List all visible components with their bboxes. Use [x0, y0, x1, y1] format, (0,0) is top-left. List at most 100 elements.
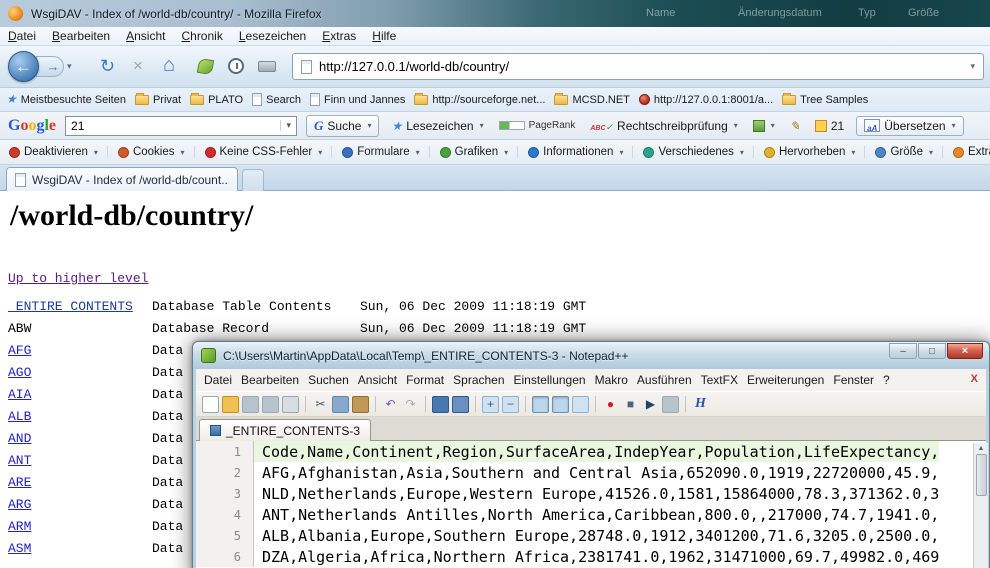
webdev-item[interactable]: Hervorheben▾: [761, 146, 866, 158]
editor-line[interactable]: 4ANT,Netherlands Antilles,North America,…: [196, 504, 986, 525]
entry-link[interactable]: ABW: [8, 321, 152, 336]
firefox-titlebar[interactable]: WsgiDAV - Index of /world-db/country/ - …: [0, 0, 990, 27]
menu-item[interactable]: Bearbeiten: [241, 373, 299, 387]
bookmark-item[interactable]: http://sourceforge.net...: [414, 94, 545, 106]
menu-item[interactable]: Format: [406, 373, 444, 387]
cut-icon[interactable]: ✂: [312, 396, 329, 413]
tab-wsgidav[interactable]: WsgiDAV - Index of /world-db/count...: [6, 167, 238, 191]
redo-icon[interactable]: ↷: [402, 396, 419, 413]
menu-item[interactable]: Sprachen: [453, 373, 504, 387]
google-misc-button[interactable]: ▾: [750, 118, 778, 134]
notepad-close-document-x[interactable]: X: [971, 373, 978, 385]
webdev-item[interactable]: Formulare▾: [339, 146, 429, 158]
editor-line[interactable]: 6DZA,Algeria,Africa,Northern Africa,2381…: [196, 546, 986, 567]
webdev-item[interactable]: Grafiken▾: [437, 146, 518, 158]
webdev-item[interactable]: Verschiedenes▾: [640, 146, 753, 158]
entry-link[interactable]: ARE: [8, 475, 152, 490]
bookmark-item[interactable]: MCSD.NET: [554, 94, 629, 106]
find-icon[interactable]: [432, 396, 449, 413]
editor-line[interactable]: 1Code,Name,Continent,Region,SurfaceArea,…: [196, 441, 986, 462]
open-folder-icon[interactable]: [222, 396, 239, 413]
dropdown-caret-icon[interactable]: ▾: [480, 121, 484, 130]
entry-link[interactable]: ARG: [8, 497, 152, 512]
feather-icon[interactable]: [197, 58, 214, 75]
forward-button[interactable]: →: [36, 56, 64, 77]
menu-item[interactable]: ?: [883, 373, 890, 387]
webdev-item[interactable]: Informationen▾: [525, 146, 633, 158]
menu-item[interactable]: Extras: [322, 29, 356, 43]
bookmark-item[interactable]: Privat: [135, 94, 181, 106]
notepad-editor[interactable]: 1Code,Name,Continent,Region,SurfaceArea,…: [196, 441, 986, 568]
stop-button[interactable]: ×: [133, 56, 143, 76]
menu-item[interactable]: Makro: [595, 373, 628, 387]
undo-icon[interactable]: ↶: [382, 396, 399, 413]
play-macro-icon[interactable]: ▶: [642, 396, 659, 413]
zoom-in-icon[interactable]: +: [482, 396, 499, 413]
menu-item[interactable]: Fenster: [833, 373, 874, 387]
bookmark-item[interactable]: PLATO: [190, 94, 243, 106]
entry-link[interactable]: ANT: [8, 453, 152, 468]
zoom-out-icon[interactable]: −: [502, 396, 519, 413]
editor-line[interactable]: 3NLD,Netherlands,Europe,Western Europe,4…: [196, 483, 986, 504]
webdev-item[interactable]: Größe▾: [872, 146, 943, 158]
uebersetzen-button[interactable]: Übersetzen▾: [856, 116, 963, 136]
menu-item[interactable]: Bearbeiten: [52, 29, 110, 43]
url-dropdown-icon[interactable]: ▾: [970, 61, 975, 72]
menu-item[interactable]: Suchen: [308, 373, 349, 387]
history-clock-icon[interactable]: [228, 58, 244, 74]
tab-bar-stub[interactable]: [242, 169, 264, 191]
save-icon[interactable]: [242, 396, 259, 413]
maximize-button[interactable]: □: [918, 343, 946, 359]
stop-macro-icon[interactable]: ■: [622, 396, 639, 413]
print-icon[interactable]: [282, 396, 299, 413]
paste-icon[interactable]: [352, 396, 369, 413]
webdev-item[interactable]: Keine CSS-Fehler▾: [202, 146, 333, 158]
highlight-count[interactable]: 21: [812, 117, 847, 135]
menu-item[interactable]: Chronik: [181, 29, 222, 43]
minimize-button[interactable]: –: [889, 343, 917, 359]
dropdown-caret-icon[interactable]: ▾: [952, 121, 956, 130]
rechtschreibpruefung-button[interactable]: Rechtschreibprüfung▾: [587, 117, 740, 135]
editor-line[interactable]: 2AFG,Afghanistan,Asia,Southern and Centr…: [196, 462, 986, 483]
webdev-item[interactable]: Deaktivieren▾: [6, 146, 108, 158]
menu-item[interactable]: Ansicht: [126, 29, 165, 43]
menu-item[interactable]: Ansicht: [358, 373, 397, 387]
history-dropdown-button[interactable]: ▾: [67, 61, 72, 72]
replace-icon[interactable]: [452, 396, 469, 413]
editor-scrollbar[interactable]: ▲ ▼: [973, 443, 988, 568]
menu-item[interactable]: Ausführen: [637, 373, 692, 387]
entry-link[interactable]: ASM: [8, 541, 152, 556]
entry-link[interactable]: AND: [8, 431, 152, 446]
menu-item[interactable]: Datei: [204, 373, 232, 387]
html-preview-icon[interactable]: H: [692, 396, 709, 413]
indent-guide-icon[interactable]: [572, 396, 589, 413]
menu-item[interactable]: Hilfe: [372, 29, 396, 43]
bookmark-item[interactable]: http://127.0.0.1:8001/a...: [639, 94, 773, 106]
url-text[interactable]: http://127.0.0.1/world-db/country/: [319, 59, 963, 74]
new-file-icon[interactable]: [202, 396, 219, 413]
save-all-icon[interactable]: [262, 396, 279, 413]
google-search-value[interactable]: 21: [71, 119, 280, 133]
menu-item[interactable]: Lesezeichen: [239, 29, 306, 43]
entry-link[interactable]: AIA: [8, 387, 152, 402]
record-macro-icon[interactable]: ●: [602, 396, 619, 413]
entry-link[interactable]: AGO: [8, 365, 152, 380]
menu-item[interactable]: Datei: [8, 29, 36, 43]
back-button[interactable]: ←: [8, 51, 39, 82]
bookmark-item[interactable]: Finn und Jannes: [310, 93, 405, 106]
entry-link[interactable]: ALB: [8, 409, 152, 424]
webdev-item[interactable]: Cookies▾: [115, 146, 195, 158]
menu-item[interactable]: Erweiterungen: [747, 373, 824, 387]
dropdown-caret-icon[interactable]: ▾: [504, 148, 508, 157]
url-bar[interactable]: http://127.0.0.1/world-db/country/ ▾: [292, 53, 984, 80]
show-symbols-icon[interactable]: [552, 396, 569, 413]
notepad-titlebar[interactable]: C:\Users\Martin\AppData\Local\Temp\_ENTI…: [193, 342, 989, 369]
save-macro-icon[interactable]: [662, 396, 679, 413]
google-search-dropdown-icon[interactable]: ▾: [280, 120, 291, 131]
dropdown-caret-icon[interactable]: ▾: [318, 148, 322, 157]
dropdown-caret-icon[interactable]: ▾: [734, 121, 738, 130]
dropdown-caret-icon[interactable]: ▾: [619, 148, 623, 157]
print-icon[interactable]: [258, 61, 276, 72]
bookmark-item[interactable]: Meistbesuchte Seiten: [6, 93, 126, 106]
notepad-document-tab[interactable]: _ENTIRE_CONTENTS-3: [199, 419, 371, 441]
